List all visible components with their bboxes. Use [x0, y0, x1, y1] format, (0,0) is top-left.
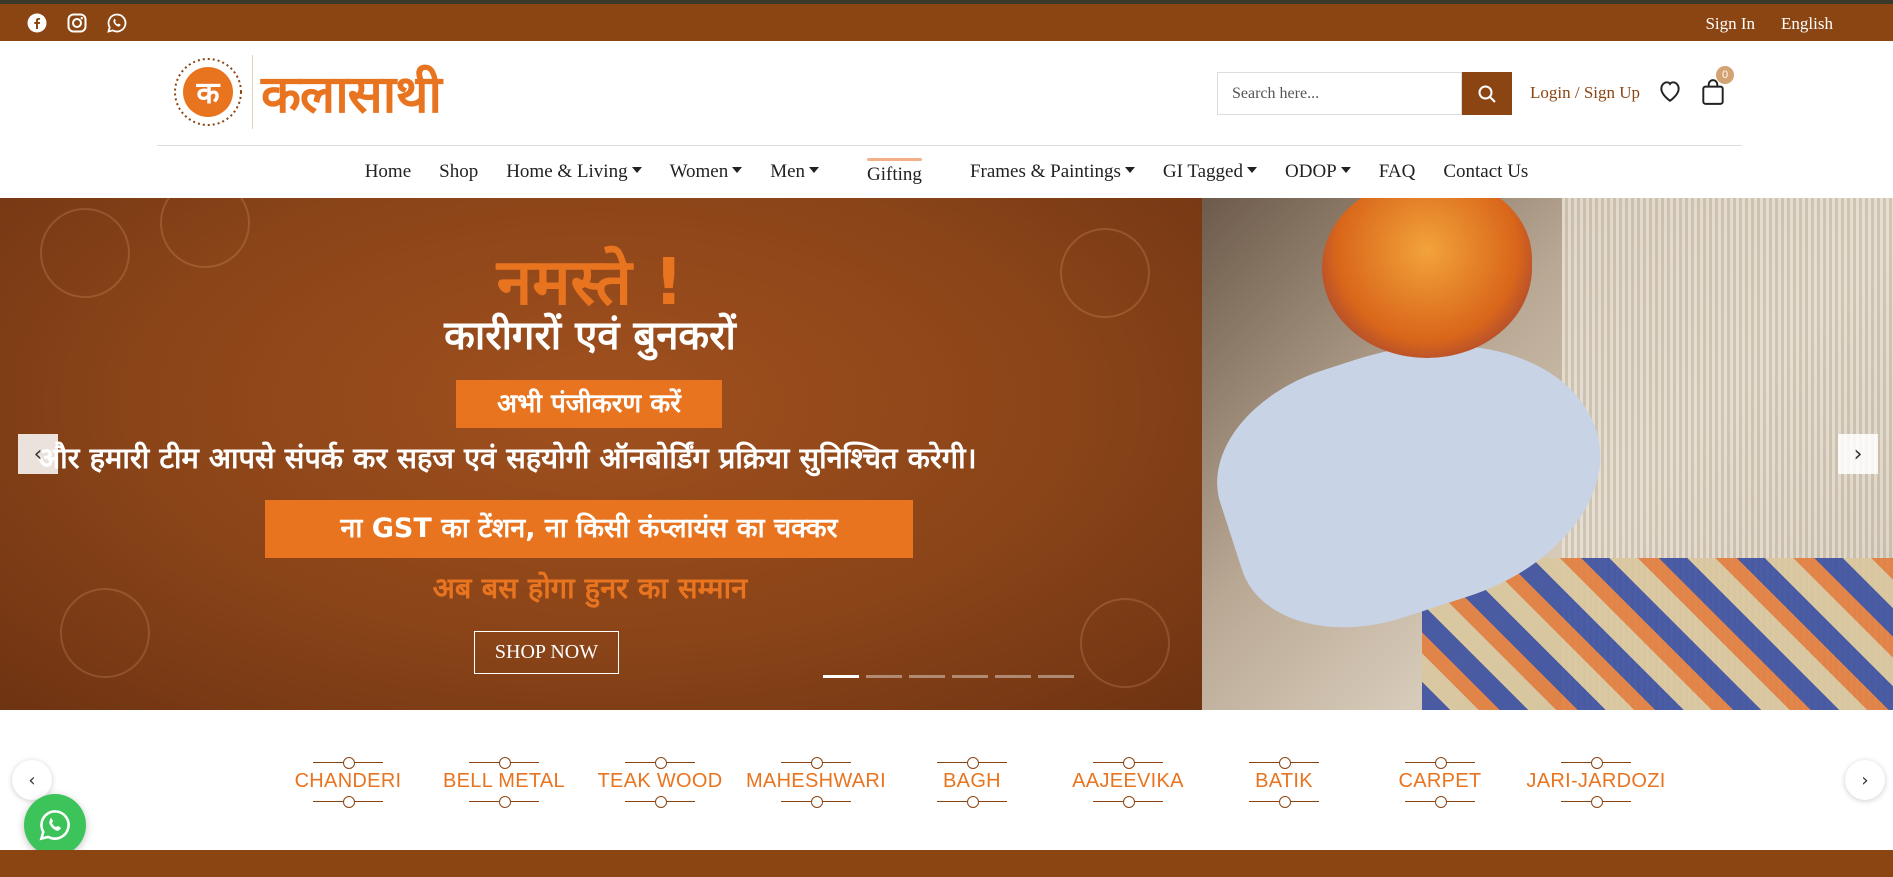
shop-now-button[interactable]: SHOP NOW [474, 631, 619, 674]
slide-indicator[interactable] [952, 675, 988, 678]
heart-icon [1660, 81, 1680, 102]
search-icon [1478, 85, 1496, 103]
category-label: BAGH [943, 769, 1001, 792]
logo-emblem: क [174, 58, 242, 126]
hero-gst-banner: ना GST का टेंशन, ना किसी कंप्लायंस का चक… [265, 500, 913, 558]
slider-next-button[interactable]: › [1838, 434, 1878, 474]
search-input[interactable] [1217, 72, 1462, 115]
language-selector[interactable]: English [1781, 14, 1833, 34]
category-chanderi[interactable]: CHANDERI [270, 746, 426, 816]
nav-label: Women [669, 161, 729, 182]
nav-item-home-living[interactable]: Home & Living [492, 161, 655, 183]
slider-prev-button[interactable]: ‹ [18, 434, 58, 474]
category-list: CHANDERI BELL METAL TEAK WOOD MAHESHWARI… [270, 746, 1674, 816]
nav-item-odop[interactable]: ODOP [1271, 161, 1365, 183]
category-label: AAJEEVIKA [1072, 769, 1184, 792]
site-header: क कलासाथी Login / Sign Up 0 [0, 41, 1893, 147]
cart-count-badge: 0 [1716, 66, 1734, 84]
search-button[interactable] [1462, 72, 1512, 115]
caret-down-icon [1340, 167, 1351, 173]
nav-label: Home & Living [506, 161, 628, 182]
nav-item-shop[interactable]: Shop [425, 161, 492, 183]
category-batik[interactable]: BATIK [1206, 746, 1362, 816]
caret-down-icon [631, 167, 642, 173]
category-jari-jardozi[interactable]: JARI-JARDOZI [1518, 746, 1674, 816]
login-signup-link[interactable]: Login / Sign Up [1530, 83, 1640, 103]
hero-slider: नमस्ते ! कारीगरों एवं बुनकरों अभी पंजीकर… [0, 198, 1893, 710]
facebook-icon[interactable] [26, 12, 48, 34]
category-label: BELL METAL [443, 769, 565, 792]
nav-item-home[interactable]: Home [351, 161, 425, 183]
category-label: JARI-JARDOZI [1526, 769, 1666, 792]
slide-indicator[interactable] [909, 675, 945, 678]
nav-label: Gifting [867, 164, 922, 185]
category-next-button[interactable]: › [1845, 760, 1885, 800]
category-label: MAHESHWARI [745, 769, 887, 792]
category-label: BATIK [1255, 769, 1313, 792]
category-prev-button[interactable]: ‹ [12, 760, 52, 800]
category-maheshwari[interactable]: MAHESHWARI [738, 746, 894, 816]
nav-label: Home [364, 161, 412, 182]
hero-message: और हमारी टीम आपसे संपर्क कर सहज एवं सहयो… [38, 441, 977, 475]
cart-button[interactable]: 0 [1700, 66, 1734, 111]
nav-item-women[interactable]: Women [656, 161, 757, 183]
hero-register-banner: अभी पंजीकरण करें [456, 380, 722, 428]
hero-banner-panel: नमस्ते ! कारीगरों एवं बुनकरों अभी पंजीकर… [0, 198, 1202, 710]
site-logo[interactable]: क कलासाथी [172, 55, 442, 129]
slide-indicator[interactable] [1038, 675, 1074, 678]
hero-weaver-image [1191, 198, 1893, 710]
category-carpet[interactable]: CARPET [1362, 746, 1518, 816]
hero-subtitle: कारीगरों एवं बुनकरों [444, 313, 736, 359]
slide-indicator[interactable] [995, 675, 1031, 678]
caret-down-icon [1124, 167, 1135, 173]
caret-down-icon [809, 167, 820, 173]
nav-item-faq[interactable]: FAQ [1365, 161, 1430, 183]
sign-in-link[interactable]: Sign In [1705, 14, 1755, 34]
slider-indicators [823, 675, 1074, 678]
nav-label: Frames & Paintings [969, 161, 1121, 182]
category-bell-metal[interactable]: BELL METAL [426, 746, 582, 816]
social-links [26, 12, 128, 34]
whatsapp-chat-button[interactable] [24, 794, 86, 856]
caret-down-icon [1247, 167, 1257, 173]
nav-label: Contact Us [1443, 161, 1529, 182]
caret-down-icon [732, 167, 743, 173]
category-label: CHANDERI [294, 769, 402, 792]
nav-label: GI Tagged [1162, 161, 1243, 182]
whatsapp-icon[interactable] [106, 12, 128, 34]
slide-indicator[interactable] [823, 675, 859, 678]
wishlist-button[interactable] [1657, 78, 1683, 109]
category-aajeevika[interactable]: AAJEEVIKA [1050, 746, 1206, 816]
top-bar: Sign In English [0, 0, 1893, 41]
category-teak-wood[interactable]: TEAK WOOD [582, 746, 738, 816]
hero-tagline: अब बस होगा हुनर का सम्मान [432, 571, 748, 605]
section-band [0, 850, 1893, 877]
main-nav: Home Shop Home & Living Women Men Giftin… [0, 146, 1893, 198]
nav-label: FAQ [1378, 161, 1416, 182]
category-bagh[interactable]: BAGH [894, 746, 1050, 816]
logo-wordmark: कलासाथी [261, 64, 442, 125]
instagram-icon[interactable] [66, 12, 88, 34]
search-bar [1217, 72, 1512, 115]
logo-letter: क [195, 76, 220, 111]
slide-indicator[interactable] [866, 675, 902, 678]
nav-item-gifting[interactable]: Gifting [853, 158, 936, 186]
nav-label: Shop [439, 161, 479, 182]
nav-label: ODOP [1285, 161, 1337, 182]
nav-item-contact-us[interactable]: Contact Us [1429, 161, 1542, 183]
nav-item-frames-paintings[interactable]: Frames & Paintings [956, 161, 1149, 183]
category-carousel: ‹ CHANDERI BELL METAL TEAK WOOD MAHESHWA… [0, 710, 1893, 850]
nav-item-men[interactable]: Men [756, 161, 833, 183]
whatsapp-icon [39, 810, 70, 841]
category-label: CARPET [1398, 769, 1482, 792]
nav-item-gi-tagged[interactable]: GI Tagged [1149, 161, 1271, 183]
category-label: TEAK WOOD [597, 769, 723, 792]
nav-label: Men [770, 161, 806, 182]
